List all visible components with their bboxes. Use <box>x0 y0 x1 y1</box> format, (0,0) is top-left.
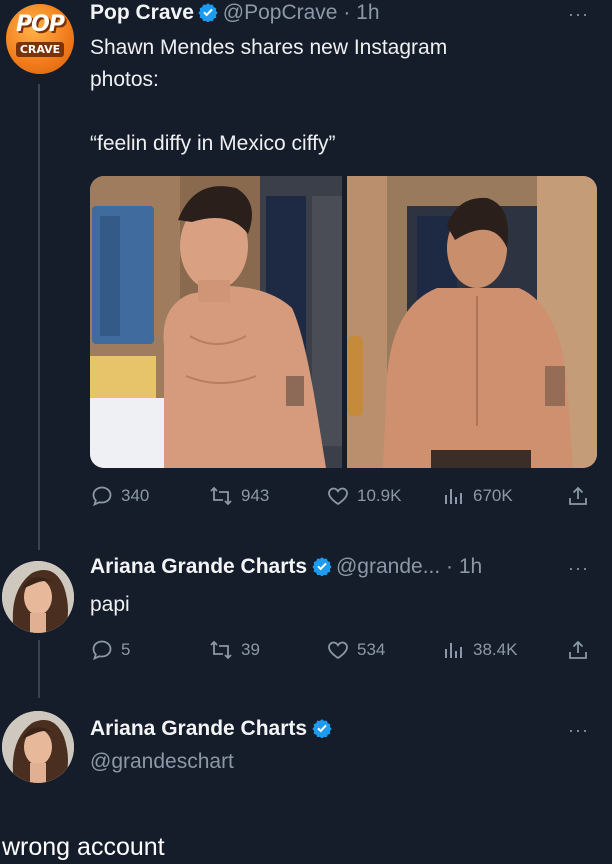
reply-icon <box>92 486 112 507</box>
photo-front-image <box>90 176 342 468</box>
avatar-logo-pop: POP <box>16 12 65 37</box>
reply-action[interactable]: 340 <box>90 484 149 508</box>
reply-count: 5 <box>121 640 131 659</box>
ariana-charts-avatar[interactable] <box>2 561 74 633</box>
views-chart-icon <box>445 489 462 504</box>
reply-text: papi <box>90 593 130 616</box>
like-count: 534 <box>357 640 386 659</box>
like-count: 10.9K <box>357 486 402 505</box>
account-header: Ariana Grande Charts <box>90 717 332 741</box>
retweet-icon <box>210 486 232 506</box>
share-icon <box>569 640 587 659</box>
retweet-count: 943 <box>241 486 270 505</box>
tweet-text-line1: Shawn Mendes shares new Instagram <box>90 36 448 59</box>
heart-icon <box>328 487 348 506</box>
views-chart-icon <box>445 643 462 658</box>
retweet-count: 39 <box>241 640 260 659</box>
reply-reply-action[interactable]: 5 <box>90 638 130 662</box>
account-more-options-button[interactable]: ··· <box>568 720 589 741</box>
account-handle: @grandeschart <box>90 750 234 773</box>
verified-badge-icon <box>311 719 332 738</box>
share-icon <box>569 486 587 505</box>
heart-icon <box>328 641 348 660</box>
retweet-action[interactable]: 943 <box>208 484 269 508</box>
reply-like-action[interactable]: 534 <box>326 638 385 662</box>
reply-views-action[interactable]: 38.4K <box>442 638 517 662</box>
tweet-photo-back[interactable] <box>347 176 597 468</box>
reply-header: Ariana Grande Charts @grande... · 1h <box>90 555 482 579</box>
share-action[interactable] <box>566 484 590 508</box>
tweet-quote: “feelin diffy in Mexico ciffy” <box>90 132 336 155</box>
views-count: 38.4K <box>473 640 518 659</box>
pop-crave-avatar[interactable]: POP CRAVE <box>6 4 74 74</box>
avatar-logo-crave: CRAVE <box>16 42 64 57</box>
reply-author-name[interactable]: Ariana Grande Charts <box>90 555 307 578</box>
thread-line <box>38 84 40 550</box>
thread-line <box>38 640 40 698</box>
tweet-header: Pop Crave @PopCrave · 1h <box>90 1 380 25</box>
verified-badge-icon <box>198 3 218 22</box>
reply-icon <box>92 640 112 661</box>
avatar-portrait <box>2 561 74 633</box>
views-action[interactable]: 670K <box>442 484 513 508</box>
like-action[interactable]: 10.9K <box>326 484 401 508</box>
account-name[interactable]: Ariana Grande Charts <box>90 717 307 740</box>
reply-count: 340 <box>121 486 150 505</box>
meme-caption: wrong account <box>2 833 165 861</box>
views-count: 670K <box>473 486 513 505</box>
photo-back-image <box>347 176 597 468</box>
retweet-icon <box>210 640 232 660</box>
reply-more-options-button[interactable]: ··· <box>568 558 589 579</box>
author-handle-time: @PopCrave · 1h <box>222 1 380 24</box>
more-options-button[interactable]: ··· <box>568 4 589 25</box>
tweet-text-line2: photos: <box>90 68 159 91</box>
reply-retweet-action[interactable]: 39 <box>208 638 260 662</box>
avatar-portrait <box>2 711 74 783</box>
tweet-photo-front[interactable] <box>90 176 342 468</box>
reply-handle-time: @grande... · 1h <box>335 555 483 578</box>
author-name[interactable]: Pop Crave <box>90 1 194 24</box>
reply-share-action[interactable] <box>566 638 590 662</box>
account-avatar[interactable] <box>2 711 74 783</box>
verified-badge-icon <box>311 557 332 576</box>
